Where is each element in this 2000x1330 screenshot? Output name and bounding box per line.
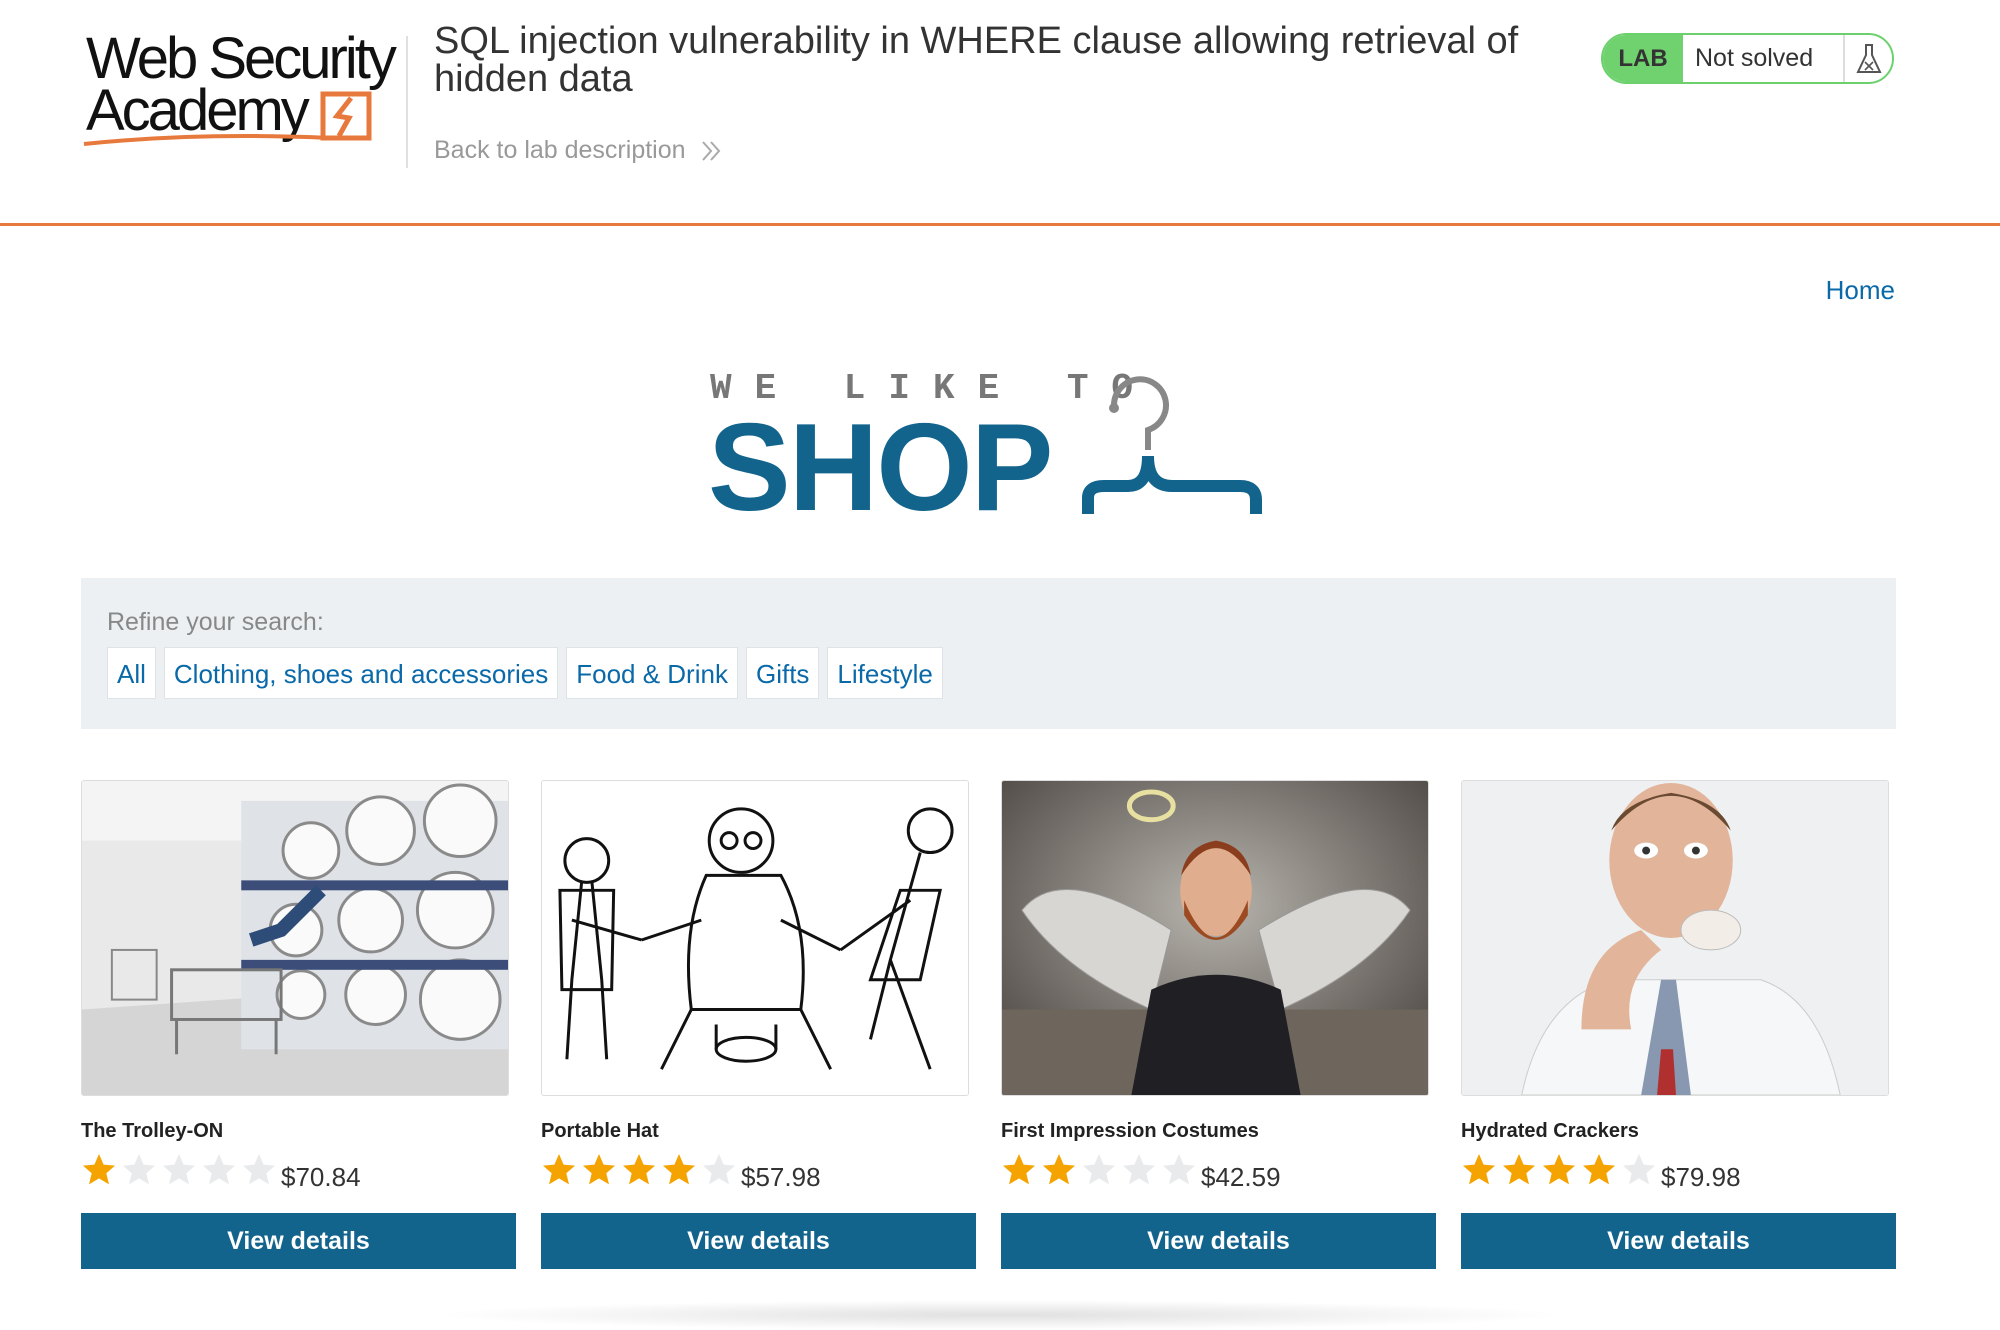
back-link-label: Back to lab description (434, 136, 686, 164)
category-filter-list: All Clothing, shoes and accessories Food… (107, 647, 943, 699)
academy-header: Web Security Academy SQL injection vulne… (0, 0, 2000, 226)
star-empty-icon (123, 1154, 155, 1185)
product-image-crackers (1461, 780, 1889, 1096)
product-rating (1461, 1152, 1657, 1186)
star-empty-icon (1123, 1154, 1155, 1185)
star-filled-icon (1003, 1154, 1035, 1185)
product-image-sketch (541, 780, 969, 1096)
product-price: $70.84 (281, 1162, 361, 1192)
product-rating (81, 1152, 277, 1186)
star-filled-icon (543, 1154, 575, 1185)
star-empty-icon (1083, 1154, 1115, 1185)
star-filled-icon (83, 1154, 115, 1185)
star-filled-icon (1583, 1154, 1615, 1185)
product-price: $79.98 (1661, 1162, 1741, 1192)
category-clothing[interactable]: Clothing, shoes and accessories (163, 647, 559, 699)
category-lifestyle[interactable]: Lifestyle (827, 647, 943, 699)
star-filled-icon (1543, 1154, 1575, 1185)
filter-label: Refine your search: (107, 608, 324, 636)
star-filled-icon (583, 1154, 615, 1185)
product-name: Hydrated Crackers (1461, 1120, 1639, 1142)
star-filled-icon (623, 1154, 655, 1185)
header-divider (406, 36, 408, 168)
lab-status-text: Not solved (1695, 44, 1814, 72)
back-to-lab-description-link[interactable]: Back to lab description (434, 136, 722, 165)
hanger-icon (1082, 376, 1262, 514)
shop-logo: WE LIKE TO SHOP (708, 368, 1278, 537)
star-empty-icon (203, 1154, 235, 1185)
star-empty-icon (703, 1154, 735, 1185)
web-security-academy-logo[interactable]: Web Security Academy (80, 30, 405, 148)
category-all[interactable]: All (107, 647, 156, 699)
view-details-button[interactable]: View details (1461, 1213, 1896, 1269)
view-details-button[interactable]: View details (1001, 1213, 1436, 1269)
product-name: The Trolley-ON (81, 1120, 224, 1142)
filter-panel: Refine your search: All Clothing, shoes … (81, 578, 1896, 729)
lab-title: SQL injection vulnerability in WHERE cla… (434, 20, 1519, 100)
shop-wordmark: SHOP (708, 399, 1053, 537)
star-filled-icon (1043, 1154, 1075, 1185)
product-image-angel (1001, 780, 1429, 1096)
category-food-drink[interactable]: Food & Drink (566, 647, 738, 699)
star-filled-icon (1503, 1154, 1535, 1185)
product-price: $42.59 (1201, 1162, 1281, 1192)
view-details-button[interactable]: View details (81, 1213, 516, 1269)
footer-shadow (430, 1300, 1570, 1330)
logo-underline-icon (83, 134, 331, 146)
product-rating (541, 1152, 737, 1186)
product-price: $57.98 (741, 1162, 821, 1192)
star-empty-icon (1623, 1154, 1655, 1185)
product-image-laundromat (81, 780, 509, 1096)
star-empty-icon (163, 1154, 195, 1185)
lab-badge: LAB (1603, 35, 1683, 82)
star-empty-icon (1163, 1154, 1195, 1185)
product-rating (1001, 1152, 1197, 1186)
product-name: First Impression Costumes (1001, 1120, 1259, 1142)
lab-flask-button[interactable] (1843, 35, 1892, 82)
flask-icon (1855, 43, 1882, 73)
home-link[interactable]: Home (1826, 275, 1895, 306)
star-filled-icon (1463, 1154, 1495, 1185)
star-empty-icon (243, 1154, 275, 1185)
category-gifts[interactable]: Gifts (745, 647, 820, 699)
double-chevron-right-icon (701, 140, 720, 161)
product-name: Portable Hat (541, 1120, 659, 1142)
lab-status-widget: LAB Not solved (1601, 33, 1894, 84)
star-filled-icon (663, 1154, 695, 1185)
view-details-button[interactable]: View details (541, 1213, 976, 1269)
